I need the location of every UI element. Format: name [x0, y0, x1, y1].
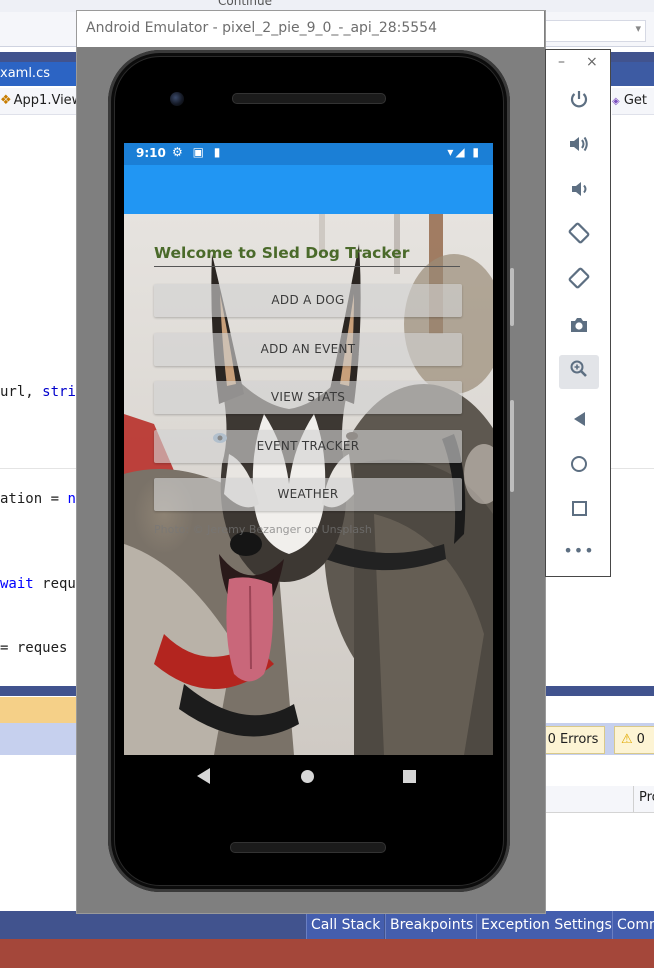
zoom-icon[interactable] — [559, 355, 599, 389]
code-text: = reques — [0, 640, 68, 656]
status-time: 9:10 — [136, 146, 166, 160]
method-icon: ◈ — [612, 96, 620, 107]
member-navigation-label: Get — [623, 93, 648, 108]
code-text: url, — [0, 384, 43, 400]
warnings-count: 0 — [636, 732, 645, 747]
warnings-filter-button[interactable]: ⚠ 0 — [614, 726, 654, 754]
back-icon[interactable] — [559, 400, 599, 434]
bottom-speaker — [230, 842, 386, 853]
android-overview-icon[interactable] — [403, 770, 416, 783]
column-divider[interactable] — [633, 786, 634, 812]
notification-icons: ⚙ ▣ ▮ — [172, 145, 224, 159]
power-icon[interactable] — [559, 85, 599, 119]
code-keyword: stri — [42, 384, 76, 400]
close-icon[interactable]: × — [586, 54, 598, 70]
tab-command-window[interactable]: Comm — [612, 911, 654, 939]
error-list-header — [545, 786, 654, 813]
volume-side-button[interactable] — [510, 400, 514, 492]
code-keyword: n — [67, 491, 76, 507]
device-screen[interactable]: 9:10 ⚙ ▣ ▮ ▾◢ ▮ Welcome to Sled Dog Trac… — [124, 143, 493, 755]
add-dog-button[interactable]: ADD A DOG — [154, 284, 462, 317]
class-icon: ❖ — [0, 93, 12, 108]
type-navigation-dropdown[interactable]: ❖ App1.View — [0, 88, 76, 115]
vs-panel-tab[interactable] — [0, 697, 76, 723]
code-line[interactable]: wait requ — [0, 576, 76, 592]
android-home-icon[interactable] — [301, 770, 314, 783]
code-line[interactable]: ation = n — [0, 491, 76, 507]
earpiece-speaker — [232, 93, 386, 104]
more-icon[interactable]: ••• — [559, 534, 599, 568]
volume-down-icon[interactable] — [559, 175, 599, 209]
emulator-title: Android Emulator - pixel_2_pie_9_0_-_api… — [86, 20, 437, 36]
tab-label: xaml.cs — [0, 66, 50, 81]
continue-label[interactable]: Continue — [218, 0, 272, 8]
vs-status-bar — [0, 939, 654, 968]
android-back-icon[interactable] — [197, 768, 210, 784]
power-side-button[interactable] — [510, 268, 514, 326]
errors-filter-button[interactable]: 0 Errors — [541, 726, 605, 754]
volume-up-icon[interactable] — [559, 130, 599, 164]
minimize-icon[interactable]: – — [558, 54, 565, 70]
photo-credit: Photo: © Jeremy Bezanger on Unsplash — [154, 523, 372, 536]
code-keyword: wait — [0, 576, 34, 592]
android-status-bar: 9:10 ⚙ ▣ ▮ ▾◢ ▮ — [124, 143, 493, 165]
emulator-toolbar: – × ••• — [545, 49, 611, 577]
code-line[interactable]: url, stri — [0, 384, 76, 400]
overview-icon[interactable] — [559, 490, 599, 524]
app-toolbar — [124, 165, 493, 214]
errors-label: 0 Errors — [547, 732, 599, 747]
code-text: ation = — [0, 491, 68, 507]
configuration-dropdown[interactable] — [544, 20, 646, 42]
signal-battery-icons: ▾◢ ▮ — [447, 145, 481, 159]
welcome-title: Welcome to Sled Dog Tracker — [154, 244, 460, 267]
rotate-left-icon[interactable] — [559, 220, 599, 254]
front-camera — [170, 92, 184, 106]
type-navigation-label: App1.View — [13, 93, 76, 108]
rotate-right-icon[interactable] — [559, 265, 599, 299]
tab-breakpoints[interactable]: Breakpoints — [385, 911, 478, 939]
code-line[interactable]: = reques — [0, 640, 67, 656]
warning-icon: ⚠ — [621, 732, 633, 747]
tab-exception-settings[interactable]: Exception Settings — [476, 911, 616, 939]
home-icon[interactable] — [559, 445, 599, 479]
add-event-button[interactable]: ADD AN EVENT — [154, 333, 462, 366]
event-tracker-button[interactable]: EVENT TRACKER — [154, 430, 462, 463]
column-header-project[interactable]: Pro — [639, 790, 654, 805]
camera-icon[interactable] — [559, 310, 599, 344]
tab-xaml-cs[interactable]: xaml.cs — [0, 62, 76, 86]
bottom-tool-tabs: Call Stack Breakpoints Exception Setting… — [0, 911, 654, 939]
weather-button[interactable]: WEATHER — [154, 478, 462, 511]
member-navigation-dropdown[interactable]: ◈ Get — [612, 88, 654, 115]
code-text: requ — [33, 576, 76, 592]
view-stats-button[interactable]: VIEW STATS — [154, 381, 462, 414]
tab-call-stack[interactable]: Call Stack — [306, 911, 385, 939]
